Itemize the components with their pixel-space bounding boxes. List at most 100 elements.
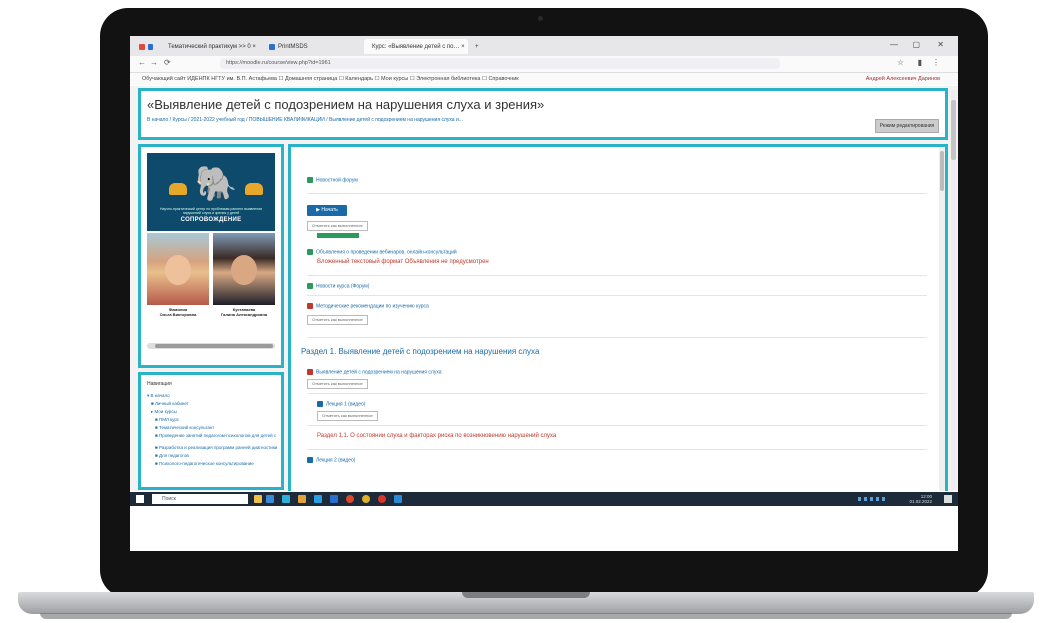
star-icon[interactable]: ☆ — [897, 58, 904, 67]
nav-item[interactable]: ■ Для педагогов — [155, 453, 189, 458]
divider — [307, 393, 927, 394]
minimize-icon[interactable]: — — [890, 40, 898, 49]
banner-subtitle: Научно-практический центр по проблемам р… — [159, 207, 263, 215]
navigation-block: Навигация ▾ В начало ■ Личный кабинет ▸ … — [138, 372, 284, 490]
activity-label: Новостной форум — [316, 177, 358, 184]
mark-done-button[interactable]: Отметить как выполненное — [317, 411, 378, 421]
clock[interactable]: 12:00 01.02.2022 — [909, 494, 932, 504]
start-button[interactable]: ▶ Начать — [307, 205, 347, 216]
browser-tab-active[interactable]: Курс: «Выявление детей с по… × — [364, 39, 468, 54]
completion-bar — [317, 233, 359, 238]
horizontal-scrollbar[interactable] — [147, 343, 275, 349]
divider — [307, 193, 927, 194]
taskbar-app-icon[interactable] — [378, 495, 386, 503]
instructor-name: Фамилия Ольга Викторовна — [159, 307, 197, 317]
user-menu-link[interactable]: Андрей Алексеевич Даринов — [866, 73, 940, 85]
course-header: «Выявление детей с подозрением на наруше… — [138, 88, 948, 140]
forum-icon — [307, 283, 313, 289]
laptop-hinge-notch — [462, 592, 590, 598]
taskbar-app-icon[interactable] — [254, 495, 262, 503]
scrollbar-thumb[interactable] — [951, 100, 956, 160]
browser-tab-bar: Тематический практикум >> 0 × PrintMSDS … — [130, 36, 958, 56]
activity-course-forum[interactable]: Новости курса (Форум) — [307, 283, 369, 289]
taskbar-app-icon[interactable] — [346, 495, 354, 503]
navigation-title: Навигация — [147, 381, 172, 387]
plus-icon: + — [475, 43, 479, 50]
subsection-link[interactable]: Раздел 1.1. О состоянии слуха и факторах… — [317, 433, 556, 439]
page-scrollbar[interactable] — [951, 90, 956, 490]
activity-lecture[interactable]: Лекция 2 (видео) — [307, 457, 355, 463]
activity-recommendations[interactable]: Методические рекомендации по изучению ку… — [307, 303, 429, 309]
divider — [307, 425, 927, 426]
taskbar-app-icon[interactable] — [282, 495, 290, 503]
mark-done-button[interactable]: Отметить как выполненное — [307, 315, 368, 325]
taskbar-app-icon[interactable] — [314, 495, 322, 503]
activity-label: Лекция 2 (видео) — [316, 457, 356, 464]
activity-announcements[interactable]: Объявления о проведении вебинаров, онлай… — [307, 249, 457, 255]
breadcrumb[interactable]: В начало / Курсы / 2021-2022 учебный год… — [147, 117, 463, 123]
divider — [307, 449, 927, 450]
activity-section-pdf[interactable]: Выявление детей с подозрением на нарушен… — [307, 369, 442, 375]
forward-arrow-icon[interactable]: → — [150, 58, 158, 67]
extensions-icon[interactable]: ▮ — [918, 58, 922, 67]
taskbar-app-icon[interactable] — [330, 495, 338, 503]
pdf-file-icon — [307, 303, 313, 309]
mark-done-button[interactable]: Отметить как выполненное — [307, 379, 368, 389]
activity-label: Лекция 1 (видео) — [326, 401, 366, 408]
back-arrow-icon[interactable]: ← — [138, 58, 146, 67]
browser-tab[interactable]: PrintMSDS — [264, 39, 360, 54]
divider — [307, 337, 927, 338]
nav-item[interactable]: ■ Личный кабинет — [151, 401, 189, 406]
taskbar-app-icon[interactable] — [362, 495, 370, 503]
page-icon — [317, 401, 323, 407]
window-dots — [134, 39, 158, 54]
tab-favicon-icon — [269, 43, 275, 50]
instructor-photo — [213, 233, 275, 305]
taskbar-app-icon[interactable] — [298, 495, 306, 503]
tab-label: Тематический практикум >> 0 × — [168, 43, 256, 50]
scrollbar-thumb[interactable] — [155, 344, 273, 348]
url-input[interactable]: https://moodle.ru/course/view.php?id=196… — [220, 58, 780, 69]
new-tab-button[interactable]: + — [470, 39, 484, 54]
edit-mode-button[interactable]: Режим редактирования — [875, 119, 939, 133]
nav-item[interactable]: ■ Тематический консультант — [155, 425, 214, 430]
page-title: «Выявление детей с подозрением на наруше… — [147, 97, 545, 112]
face-icon — [231, 255, 257, 285]
nav-item[interactable]: ▾ В начало — [147, 393, 170, 399]
course-banner-block: 🐘 Научно-практический центр по проблемам… — [138, 144, 284, 368]
instructor-name: Кустанаева Галина Александровна — [220, 307, 268, 317]
menu-icon[interactable] — [139, 43, 145, 50]
taskbar-app-icon[interactable] — [394, 495, 402, 503]
taskbar-app-icon[interactable] — [266, 495, 274, 503]
taskbar-search-input[interactable]: Поиск — [152, 494, 248, 504]
maximize-icon[interactable]: ▢ — [912, 40, 920, 49]
bookmarks-text[interactable]: Обучающий сайт ИДЕНПК НГТУ им. В.П. Аста… — [142, 76, 519, 82]
reload-icon[interactable]: ⟳ — [164, 58, 171, 67]
nav-item[interactable]: ■ Разработка и реализация программ ранне… — [155, 445, 277, 450]
mark-done-button[interactable]: Отметить как выполненное — [307, 221, 368, 231]
activity-lecture[interactable]: Лекция 1 (видео) — [317, 401, 365, 407]
close-icon[interactable]: ✕ — [937, 40, 944, 49]
tab-label: Курс: «Выявление детей с по… × — [372, 43, 465, 50]
nav-item[interactable]: ■ Психолого-педагогическое консультирова… — [155, 461, 254, 466]
profile-icon[interactable] — [147, 43, 153, 50]
address-bar-row: ← → ⟳ https://moodle.ru/course/view.php?… — [130, 56, 958, 73]
content-scrollbar[interactable] — [939, 147, 945, 491]
nav-item[interactable]: ■ Проведение занятий педагогом-психолого… — [155, 433, 276, 438]
scrollbar-thumb[interactable] — [940, 151, 944, 191]
restriction-note: Вложенный текстовый формат Объявления не… — [317, 259, 489, 265]
activity-label: Методические рекомендации по изучению ку… — [316, 303, 429, 310]
windows-start-icon[interactable] — [136, 495, 144, 503]
windows-taskbar: Поиск 12:00 01.02.2022 — [130, 492, 958, 506]
bookmarks-bar: Обучающий сайт ИДЕНПК НГТУ им. В.П. Аста… — [130, 73, 958, 85]
section-heading[interactable]: Раздел 1. Выявление детей с подозрением … — [301, 347, 539, 356]
browser-menu-icon[interactable]: ⋮ — [932, 58, 940, 67]
activity-forum-news[interactable]: Новостной форум — [307, 177, 358, 183]
browser-tab[interactable]: Тематический практикум >> 0 × — [160, 39, 260, 54]
moodle-page: «Выявление детей с подозрением на наруше… — [130, 86, 958, 491]
system-tray-icons[interactable] — [858, 497, 888, 501]
activity-label: Объявления о проведении вебинаров, онлай… — [316, 249, 457, 256]
notification-icon[interactable] — [944, 495, 952, 503]
nav-item[interactable]: ■ ПМЛ курс — [155, 417, 179, 422]
nav-item[interactable]: ▸ Мои курсы — [151, 409, 177, 415]
